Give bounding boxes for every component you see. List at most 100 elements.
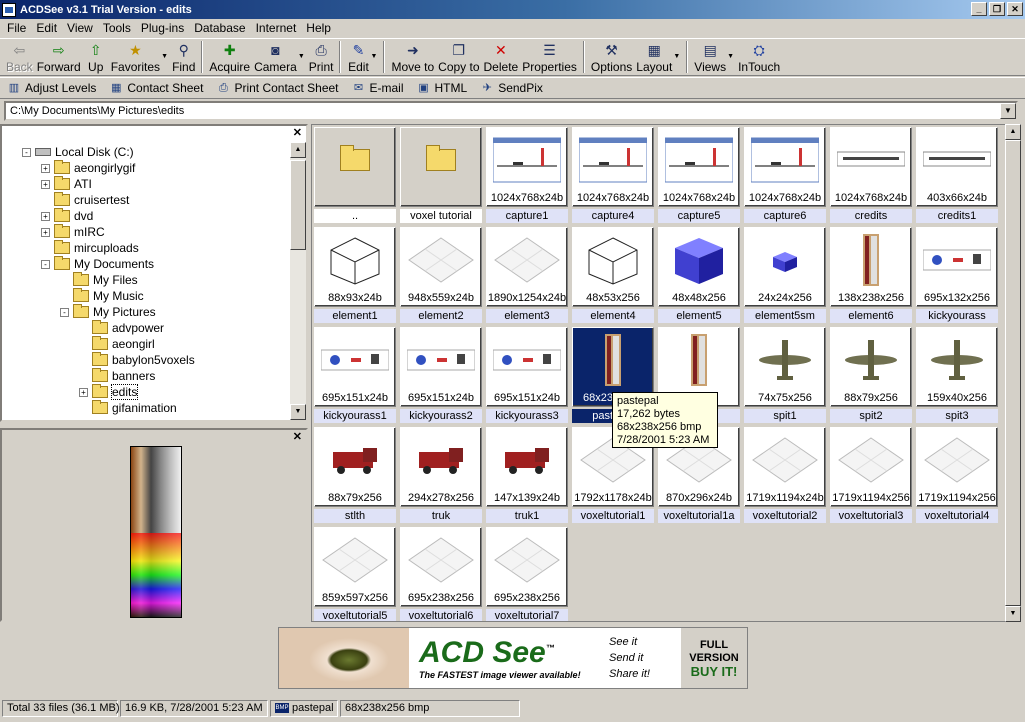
expand-icon[interactable]: + (41, 211, 50, 221)
tree-close-icon[interactable]: ✕ (293, 126, 302, 139)
thumbnail-item[interactable]: 695x238x256 voxeltutorial6 (400, 527, 482, 621)
collapse-icon[interactable]: - (41, 259, 50, 269)
expand-icon[interactable]: + (41, 227, 50, 237)
plugin-adjust-levels-button[interactable]: ▥ Adjust Levels (6, 81, 97, 95)
tree-item-mirc[interactable]: + mIRC (41, 224, 105, 240)
thumbnail-item[interactable]: 1024x768x24b capture5 (658, 127, 740, 223)
menu-tools[interactable]: Tools (98, 21, 136, 35)
thumbnail-item[interactable]: 48x53x256 element4 (572, 227, 654, 323)
expand-icon[interactable]: + (41, 163, 50, 173)
tree-item-ati[interactable]: + ATI (41, 176, 92, 192)
toolbar-forward-button[interactable]: ⇨ Forward (35, 39, 83, 76)
toolbar-find-button[interactable]: ⚲ Find (170, 39, 197, 76)
tree-item-aeongirlygif[interactable]: + aeongirlygif (41, 160, 135, 176)
plugin-e-mail-button[interactable]: ✉ E-mail (351, 81, 404, 95)
toolbar-copy-to-button[interactable]: ❐ Copy to (436, 39, 481, 76)
plugin-print-contact-sheet-button[interactable]: ⎙ Print Contact Sheet (215, 81, 338, 95)
thumbnail-item[interactable]: 74x75x256 spit1 (744, 327, 826, 423)
folder-item[interactable]: .. (314, 127, 396, 223)
tree-item-my-files[interactable]: My Files (60, 272, 138, 288)
app-icon[interactable] (2, 2, 16, 17)
menu-plug-ins[interactable]: Plug-ins (136, 21, 189, 35)
tree-item-my-music[interactable]: My Music (60, 288, 144, 304)
toolbar-properties-button[interactable]: ☰ Properties (520, 39, 579, 76)
ad-banner[interactable]: ACD See™ The FASTEST image viewer availa… (278, 627, 748, 689)
chevron-down-icon[interactable]: ▼ (673, 53, 680, 60)
thumbnail-item[interactable]: 695x151x24b kickyourass2 (400, 327, 482, 423)
tree-item-my-pictures[interactable]: - My Pictures (60, 304, 156, 320)
thumbnail-item[interactable]: 859x597x256 voxeltutorial5 (314, 527, 396, 621)
scroll-thumb[interactable] (290, 160, 306, 250)
thumbnail-item[interactable]: 88x93x24b element1 (314, 227, 396, 323)
folder-item[interactable]: voxel tutorial (400, 127, 482, 223)
tree-item-aeongirl[interactable]: aeongirl (79, 336, 155, 352)
preview-close-icon[interactable]: ✕ (293, 430, 302, 443)
scroll-up-button[interactable]: ▲ (1005, 124, 1021, 140)
thumbnail-item[interactable]: 1024x768x24b capture4 (572, 127, 654, 223)
address-bar[interactable]: C:\My Documents\My Pictures\edits ▼ (4, 101, 1018, 121)
tree-item-advpower[interactable]: advpower (79, 320, 164, 336)
tree-item-banners[interactable]: banners (79, 368, 155, 384)
thumbnail-item[interactable]: 1890x1254x24b element3 (486, 227, 568, 323)
chevron-down-icon[interactable]: ▼ (371, 53, 378, 60)
tree-item-babylon5voxels[interactable]: babylon5voxels (79, 352, 195, 368)
toolbar-print-button[interactable]: ⎙ Print (307, 39, 336, 76)
address-dropdown-button[interactable]: ▼ (1000, 103, 1016, 119)
chevron-down-icon[interactable]: ▼ (298, 53, 305, 60)
tree-item-cruisertest[interactable]: cruisertest (41, 192, 129, 208)
tree-item-local-disk-c[interactable]: - Local Disk (C:) (22, 144, 134, 160)
menu-edit[interactable]: Edit (31, 21, 62, 35)
toolbar-delete-button[interactable]: ✕ Delete (482, 39, 521, 76)
close-button[interactable]: ✕ (1007, 2, 1023, 16)
chevron-down-icon[interactable]: ▼ (161, 53, 168, 60)
tree-item-dvd[interactable]: + dvd (41, 208, 93, 224)
collapse-icon[interactable]: - (22, 147, 31, 157)
restore-button[interactable]: ❐ (989, 2, 1005, 16)
toolbar-camera-button[interactable]: ◙ Camera ▼ (252, 39, 305, 76)
expand-icon[interactable]: + (41, 179, 50, 189)
toolbar-options-button[interactable]: ⚒ Options (589, 39, 634, 76)
scroll-thumb[interactable] (1005, 140, 1021, 606)
thumbnail-item[interactable]: 1719x1194x256 voxeltutorial3 (830, 427, 912, 523)
collapse-icon[interactable]: - (60, 307, 69, 317)
menu-internet[interactable]: Internet (251, 21, 302, 35)
thumbnail-item[interactable]: 695x151x24b kickyourass1 (314, 327, 396, 423)
tree-item-gifanimation[interactable]: gifanimation (79, 400, 177, 416)
menu-database[interactable]: Database (189, 21, 250, 35)
thumbnail-item[interactable]: 24x24x256 element5sm (744, 227, 826, 323)
thumbnail-item[interactable]: 48x48x256 element5 (658, 227, 740, 323)
thumbnail-item[interactable]: 1024x768x24b capture6 (744, 127, 826, 223)
plugin-sendpix-button[interactable]: ✈ SendPix (479, 81, 543, 95)
thumbnail-item[interactable]: 403x66x24b credits1 (916, 127, 998, 223)
thumbnail-item[interactable]: 1719x1194x256 voxeltutorial4 (916, 427, 998, 523)
toolbar-move-to-button[interactable]: ➜ Move to (389, 39, 436, 76)
expand-icon[interactable]: + (79, 387, 88, 397)
thumbnail-item[interactable]: 138x238x256 element6 (830, 227, 912, 323)
scroll-down-button[interactable]: ▼ (1005, 606, 1021, 622)
toolbar-favorites-button[interactable]: ★ Favorites ▼ (109, 39, 168, 76)
menu-help[interactable]: Help (301, 21, 336, 35)
plugin-contact-sheet-button[interactable]: ▦ Contact Sheet (108, 81, 203, 95)
chevron-down-icon[interactable]: ▼ (727, 53, 734, 60)
minimize-button[interactable]: _ (971, 2, 987, 16)
thumbnail-item[interactable]: 294x278x256 truk (400, 427, 482, 523)
thumbnail-item[interactable]: 948x559x24b element2 (400, 227, 482, 323)
thumbnail-item[interactable]: 1024x768x24b capture1 (486, 127, 568, 223)
tree-item-mircuploads[interactable]: mircuploads (41, 240, 139, 256)
thumbnail-item[interactable]: 147x139x24b truk1 (486, 427, 568, 523)
buy-it-button[interactable]: FULL VERSION BUY IT! (681, 628, 747, 688)
scroll-up-button[interactable]: ▲ (290, 142, 306, 158)
thumbnail-item[interactable]: 88x79x256 spit2 (830, 327, 912, 423)
thumbnail-item[interactable]: 1024x768x24b credits (830, 127, 912, 223)
tree-item-my-documents[interactable]: - My Documents (41, 256, 154, 272)
thumbnail-item[interactable]: 695x151x24b kickyourass3 (486, 327, 568, 423)
toolbar-up-button[interactable]: ⇧ Up (83, 39, 109, 76)
toolbar-views-button[interactable]: ▤ Views ▼ (692, 39, 734, 76)
tree-scrollbar[interactable]: ▲ ▼ (290, 142, 306, 420)
menu-view[interactable]: View (62, 21, 98, 35)
plugin-html-button[interactable]: ▣ HTML (416, 81, 467, 95)
file-list-scrollbar[interactable]: ▲ ▼ (1005, 124, 1021, 622)
toolbar-edit-button[interactable]: ✎ Edit ▼ (345, 39, 377, 76)
tree-item-edits[interactable]: + edits (79, 384, 139, 400)
toolbar-layout-button[interactable]: ▦ Layout ▼ (634, 39, 680, 76)
